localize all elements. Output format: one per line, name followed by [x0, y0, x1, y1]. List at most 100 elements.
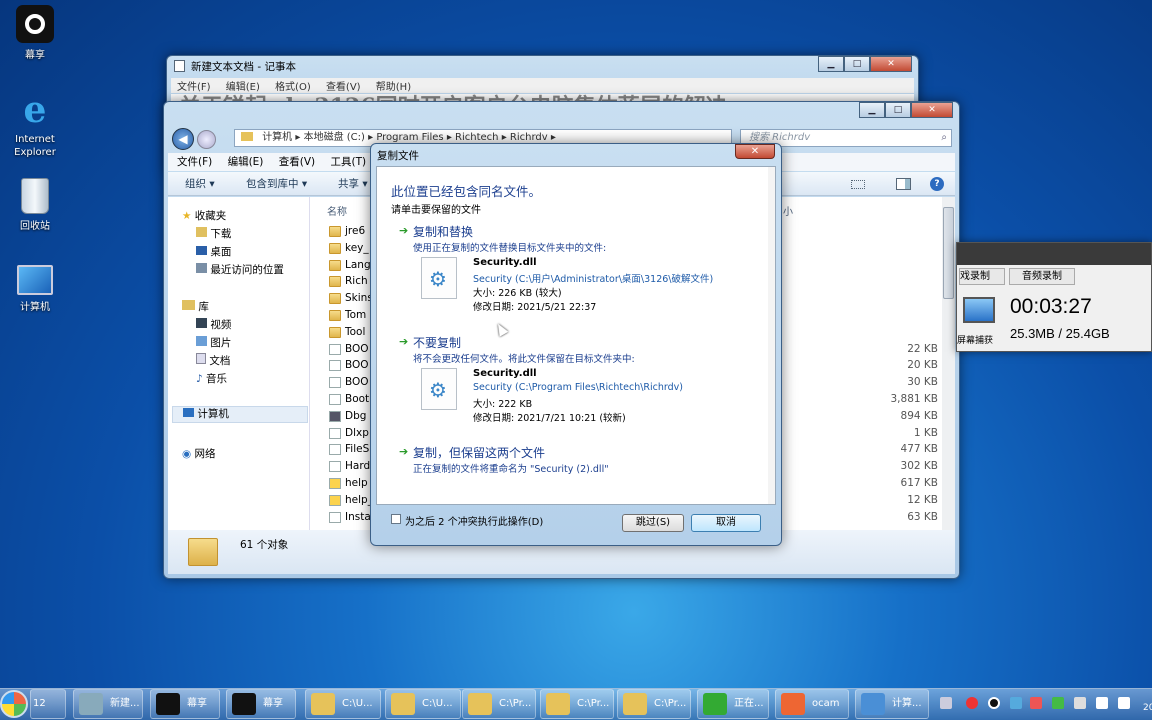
action-center-icon[interactable]: [1074, 697, 1086, 709]
recorder-tab-audio[interactable]: 音频录制: [1009, 268, 1075, 285]
notepad-menu-file[interactable]: 文件(F): [177, 82, 211, 93]
explorer-menu-edit[interactable]: 编辑(E): [228, 156, 264, 168]
explorer-menu-file[interactable]: 文件(F): [177, 156, 212, 168]
recording-size: 25.3MB / 25.4GB: [1010, 326, 1110, 341]
apply-to-all-label[interactable]: 为之后 2 个冲突执行此操作(D): [405, 513, 543, 528]
nav-item-videos[interactable]: 视频: [196, 317, 231, 332]
file-list-scrollbar[interactable]: [942, 197, 955, 530]
nav-item-pictures[interactable]: 图片: [196, 335, 231, 350]
taskbar-item[interactable]: 计算...: [855, 689, 929, 719]
file-name: Tom: [345, 309, 367, 321]
nav-favorites[interactable]: ★ 收藏夹: [182, 208, 226, 223]
copy-file-dialog[interactable]: 复制文件 ✕ 此位置已经包含同名文件。 请单击要保留的文件 ➔ 复制和替换 使用…: [370, 143, 782, 546]
nav-item-recent[interactable]: 最近访问的位置: [196, 262, 284, 277]
taskbar-item[interactable]: 幕享: [226, 689, 296, 719]
file-name: key_: [345, 241, 369, 254]
forward-button[interactable]: [197, 130, 216, 149]
breadcrumb-program-files[interactable]: Program Files: [376, 132, 443, 143]
signal-icon[interactable]: [1096, 697, 1108, 709]
dialog-title: 复制文件: [377, 150, 419, 162]
taskbar-item[interactable]: C:\U...: [385, 689, 461, 719]
column-header-size[interactable]: 小: [783, 203, 793, 218]
start-button[interactable]: [0, 690, 28, 718]
taskbar-item[interactable]: C:\Pr...: [462, 689, 536, 719]
breadcrumb-local-disk[interactable]: 本地磁盘 (C:): [304, 132, 365, 143]
help-icon[interactable]: ?: [930, 177, 944, 191]
volume-muted-icon[interactable]: [1030, 697, 1042, 709]
view-options-icon[interactable]: [851, 180, 865, 189]
back-button[interactable]: ◀: [172, 128, 194, 150]
taskbar-item[interactable]: C:\Pr...: [540, 689, 614, 719]
speaker-icon[interactable]: [1118, 697, 1130, 709]
download-folder-icon: [196, 227, 207, 237]
option-copy-and-replace[interactable]: ➔ 复制和替换 使用正在复制的文件替换目标文件夹中的文件: ⚙ Security…: [391, 223, 761, 323]
clock[interactable]: 20: [1143, 703, 1152, 713]
desktop-icon-computer[interactable]: 计算机: [0, 265, 70, 313]
minimize-button[interactable]: ▁: [818, 56, 844, 72]
taskbar-item[interactable]: C:\Pr...: [617, 689, 691, 719]
dialog-close-button[interactable]: ✕: [735, 144, 775, 159]
minimize-button[interactable]: ▁: [859, 102, 885, 118]
include-in-library-button[interactable]: 包含到库中 ▾: [246, 172, 307, 196]
nav-computer[interactable]: 计算机: [172, 406, 308, 423]
green-arrow-icon: ➔: [399, 224, 409, 237]
recorder-tab-game[interactable]: 戏录制: [959, 268, 1005, 285]
desktop-icon-muxiang[interactable]: 幕享: [0, 5, 70, 61]
notepad-menu-format[interactable]: 格式(O): [275, 82, 311, 93]
scroll-thumb[interactable]: [943, 207, 954, 299]
preview-pane-icon[interactable]: [896, 178, 911, 190]
notepad-menu-help[interactable]: 帮助(H): [376, 82, 411, 93]
muxiang-app-icon: [16, 5, 54, 43]
taskbar-item[interactable]: 12首...: [30, 689, 66, 719]
explorer-menu-view[interactable]: 查看(V): [279, 156, 315, 168]
taskbar-item[interactable]: ocam: [775, 689, 849, 719]
file-size: 12 KB: [907, 493, 938, 506]
nav-item-desktop[interactable]: 桌面: [196, 244, 231, 259]
taskbar-item[interactable]: 正在...: [697, 689, 769, 719]
close-button[interactable]: ✕: [911, 102, 953, 118]
nav-item-documents[interactable]: 文档: [196, 353, 230, 368]
folder-icon: [329, 226, 341, 237]
nav-item-downloads[interactable]: 下载: [196, 226, 231, 241]
column-header-name[interactable]: 名称: [327, 203, 347, 218]
notepad-menu-view[interactable]: 查看(V): [326, 82, 361, 93]
nav-network[interactable]: ◉ 网络: [182, 446, 216, 461]
muxiang-tray-icon[interactable]: [988, 697, 1000, 709]
record-icon[interactable]: [966, 697, 978, 709]
music-icon: ♪: [196, 373, 203, 385]
desktop-icon-recycle-bin[interactable]: 回收站: [0, 178, 70, 232]
recorder-window[interactable]: 戏录制 音频录制 屏幕捕获 00:03:27 25.3MB / 25.4GB: [956, 242, 1152, 352]
network-tray-icon[interactable]: [1010, 697, 1022, 709]
keyboard-icon[interactable]: [940, 697, 952, 709]
apply-to-all-checkbox[interactable]: [391, 514, 401, 524]
dialog-scrollbar[interactable]: [768, 167, 775, 504]
notepad-title: 新建文本文档 - 记事本: [191, 61, 296, 73]
security-icon[interactable]: [1052, 697, 1064, 709]
breadcrumb-richrdv[interactable]: Richrdv: [510, 132, 548, 143]
breadcrumb-richtech[interactable]: Richtech: [455, 132, 498, 143]
taskbar-app-icon: [79, 693, 103, 715]
share-button[interactable]: 共享 ▾: [338, 172, 368, 196]
desktop-icon-ie[interactable]: e Internet Explorer: [0, 90, 70, 159]
nav-libraries[interactable]: 库: [182, 299, 209, 314]
cancel-button[interactable]: 取消: [691, 514, 761, 532]
organize-button[interactable]: 组织 ▾: [185, 172, 215, 196]
search-icon: ⌕: [941, 132, 947, 143]
skip-button[interactable]: 跳过(S): [622, 514, 684, 532]
explorer-menu-tools[interactable]: 工具(T): [330, 156, 366, 168]
taskbar-item[interactable]: 幕享: [150, 689, 220, 719]
breadcrumb-computer[interactable]: 计算机: [262, 132, 292, 143]
screen-capture-icon[interactable]: [963, 297, 995, 323]
maximize-button[interactable]: □: [844, 56, 870, 72]
option-do-not-copy[interactable]: ➔ 不要复制 将不会更改任何文件。将此文件保留在目标文件夹中: ⚙ Securi…: [391, 334, 761, 434]
taskbar-item[interactable]: C:\U...: [305, 689, 381, 719]
taskbar-app-icon: [861, 693, 885, 715]
nav-label: 下载: [210, 228, 232, 240]
maximize-button[interactable]: □: [885, 102, 911, 118]
notepad-menu-edit[interactable]: 编辑(E): [226, 82, 260, 93]
close-button[interactable]: ✕: [870, 56, 912, 72]
option-copy-keep-both[interactable]: ➔ 复制，但保留这两个文件 正在复制的文件将重命名为 "Security (2)…: [391, 444, 761, 480]
taskbar-item[interactable]: 新建...: [73, 689, 143, 719]
nav-item-music[interactable]: ♪ 音乐: [196, 371, 227, 386]
option-title: 复制和替换: [413, 225, 474, 239]
